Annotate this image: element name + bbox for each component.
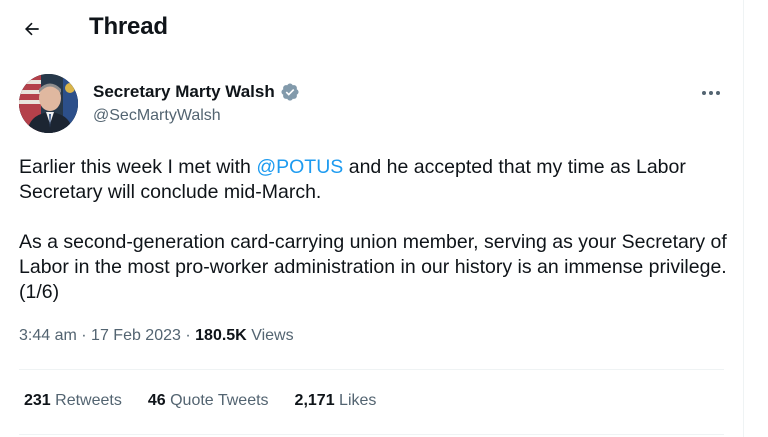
quote-tweets-label: Quote Tweets [170,392,269,409]
separator: · [185,327,191,344]
divider [19,369,724,370]
divider [19,434,724,435]
mention-link[interactable]: @POTUS [256,156,343,178]
separator: · [81,327,87,344]
tweet-date[interactable]: 17 Feb 2023 [91,327,181,344]
quote-tweets-link[interactable]: 46 Quote Tweets [148,392,269,410]
more-options-button[interactable] [696,80,726,106]
likes-label: Likes [339,392,377,409]
author-name-row[interactable]: Secretary Marty Walsh [93,82,300,102]
tweet-paragraph: As a second-generation card-carrying uni… [19,231,727,303]
retweets-label: Retweets [55,392,122,409]
tweet-metadata: 3:44 am · 17 Feb 2023 · 180.5K Views [19,327,294,345]
thread-header: Thread [0,0,743,56]
thread-column: Thread Secretary Marty Walsh @SecMartyWa… [0,0,744,437]
likes-link[interactable]: 2,171 Likes [295,392,377,410]
back-button[interactable] [14,11,50,47]
avatar-photo [19,74,78,133]
tweet-paragraph: Earlier this week I met with @POTUS and … [19,156,686,203]
quote-tweets-count: 46 [147,392,166,409]
engagement-stats: 231 Retweets 46 Quote Tweets 2,171 Likes [24,392,376,410]
more-horizontal-icon [702,91,720,95]
avatar[interactable] [19,74,78,133]
author-display-name: Secretary Marty Walsh [93,82,275,101]
arrow-left-icon [25,22,39,36]
page-title: Thread [89,13,168,40]
tweet-text: Earlier this week I met with @POTUS and … [19,155,731,305]
retweets-count: 231 [24,392,51,409]
views-count: 180.5K [195,327,247,344]
verified-badge-icon [281,83,299,101]
views-label: Views [251,327,294,344]
likes-count: 2,171 [294,392,335,409]
tweet-time[interactable]: 3:44 am [19,327,77,344]
author-handle[interactable]: @SecMartyWalsh [93,107,221,125]
retweets-link[interactable]: 231 Retweets [24,392,122,410]
